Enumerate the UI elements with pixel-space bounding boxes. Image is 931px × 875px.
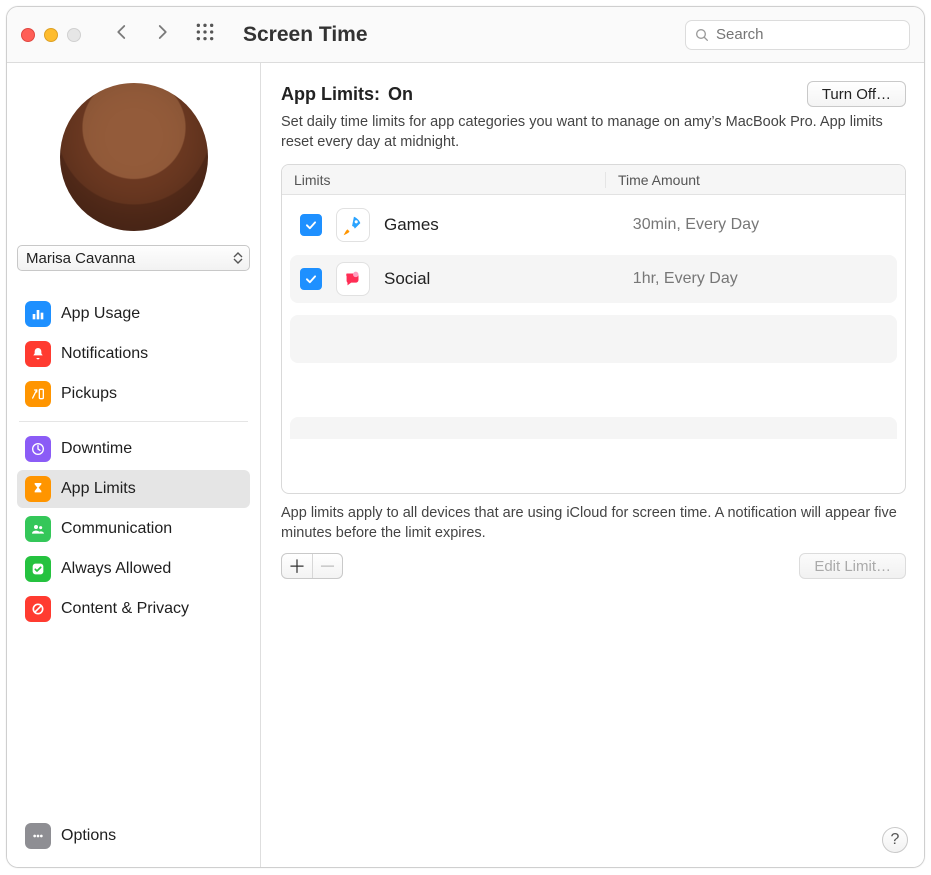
sidebar-item-notifications[interactable]: Notifications [17,335,250,373]
window-title: Screen Time [243,23,368,47]
sidebar-item-label: App Limits [61,480,136,498]
window-close-button[interactable] [21,28,35,42]
show-all-prefs-button[interactable] [195,22,215,47]
section-footnote: App limits apply to all devices that are… [281,504,906,543]
section-status: On [388,84,413,105]
sidebar-item-label: Always Allowed [61,560,171,578]
window-zoom-button[interactable] [67,28,81,42]
bar-chart-icon [25,301,51,327]
table-row[interactable]: Games 30min, Every Day [290,201,897,249]
sidebar-item-label: Options [61,827,116,845]
table-header: Limits Time Amount [282,165,905,195]
minus-icon: － [319,553,337,579]
table-body[interactable]: Games 30min, Every Day Social 1hr, Every… [282,195,905,493]
titlebar: Screen Time [7,7,924,63]
help-button[interactable]: ? [882,827,908,853]
sidebar-nav: App Usage Notifications Pickups Downtime [17,295,250,628]
sidebar-item-pickups[interactable]: Pickups [17,375,250,413]
sidebar-item-label: Communication [61,520,172,538]
check-shield-icon [25,556,51,582]
add-button[interactable]: ＋ [282,554,312,578]
section-title: App Limits: [281,84,380,105]
row-checkbox[interactable] [300,268,322,290]
pickups-icon [25,381,51,407]
no-sign-icon [25,596,51,622]
question-icon: ? [891,831,900,849]
table-row-empty [290,417,897,439]
rocket-icon [336,208,370,242]
table-row-empty [290,315,897,363]
search-icon [694,27,710,43]
window-minimize-button[interactable] [44,28,58,42]
search-field[interactable] [685,20,910,50]
sidebar-item-always-allowed[interactable]: Always Allowed [17,550,250,588]
plus-icon: ＋ [288,553,306,579]
window-controls [21,28,81,42]
col-header-limits[interactable]: Limits [282,172,606,188]
section-description: Set daily time limits for app categories… [281,113,906,152]
sidebar-item-label: Content & Privacy [61,600,189,618]
sidebar-item-app-limits[interactable]: App Limits [17,470,250,508]
people-icon [25,516,51,542]
sidebar-item-label: App Usage [61,305,140,323]
back-button[interactable] [113,23,131,46]
sidebar-separator [19,421,248,422]
avatar-image [60,83,208,231]
row-time: 30min, Every Day [633,216,759,234]
sidebar-item-content-privacy[interactable]: Content & Privacy [17,590,250,628]
hourglass-icon [25,476,51,502]
toolbar-nav [113,23,171,46]
chevron-up-down-icon [233,252,243,264]
col-header-time[interactable]: Time Amount [606,172,905,188]
bell-icon [25,341,51,367]
body: Marisa Cavanna App Usage Notifications [7,63,924,867]
user-picker-label: Marisa Cavanna [26,250,135,267]
turn-off-button[interactable]: Turn Off… [807,81,906,107]
clock-icon [25,436,51,462]
user-picker[interactable]: Marisa Cavanna [17,245,250,271]
add-remove-group: ＋ － [281,553,343,579]
sidebar-item-label: Notifications [61,345,148,363]
row-name: Games [384,215,619,235]
table-action-bar: ＋ － Edit Limit… [281,553,906,579]
ellipsis-icon [25,823,51,849]
user-avatar [17,79,250,231]
sidebar-item-downtime[interactable]: Downtime [17,430,250,468]
limits-table: Limits Time Amount Games 30min, Every Da… [281,164,906,494]
sidebar-item-app-usage[interactable]: App Usage [17,295,250,333]
forward-button[interactable] [153,23,171,46]
search-input[interactable] [716,26,901,43]
row-time: 1hr, Every Day [633,270,738,288]
sidebar-item-options[interactable]: Options [17,817,250,855]
sidebar-item-communication[interactable]: Communication [17,510,250,548]
table-row[interactable]: Social 1hr, Every Day [290,255,897,303]
remove-button[interactable]: － [312,554,342,578]
sidebar-item-label: Pickups [61,385,117,403]
row-name: Social [384,269,619,289]
sidebar-item-label: Downtime [61,440,132,458]
chat-hearts-icon [336,262,370,296]
row-checkbox[interactable] [300,214,322,236]
section-header: App Limits: On Turn Off… [281,81,906,107]
edit-limit-button[interactable]: Edit Limit… [799,553,906,579]
window: Screen Time Marisa Cavanna A [6,6,925,868]
sidebar: Marisa Cavanna App Usage Notifications [7,63,261,867]
main-pane: App Limits: On Turn Off… Set daily time … [261,63,924,867]
